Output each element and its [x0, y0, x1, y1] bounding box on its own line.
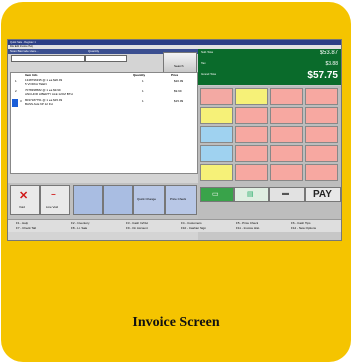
table-row[interactable]: 2 7078398582 @ 1 ea $9.99 ANCHOR LIBERTY…: [12, 89, 196, 99]
item-quantity: 1: [142, 100, 144, 103]
column-header-quantity: Quantity: [133, 73, 146, 77]
line-void-label: Line Void: [46, 206, 59, 209]
minus-icon: −: [51, 190, 56, 199]
tender-buttons: ▭ ▤ ▬ PAY: [198, 186, 341, 219]
function-key-label[interactable]: F11 - Invoice Hist.: [236, 226, 260, 230]
search-button[interactable]: Search: [163, 52, 197, 73]
item-description: ANCHOR LIBERTY ALE 12OZ BTH: [25, 93, 73, 96]
invoice-panel: Scan Barcode Here... Quantity Search Ite…: [8, 49, 198, 240]
column-header-item: Item Info: [25, 73, 38, 77]
quick-key-button[interactable]: [270, 145, 303, 162]
quick-change-label: Quick Change: [137, 198, 157, 201]
search-button-label: Search: [174, 65, 184, 68]
table-row[interactable]: 1 1348796335 @ 1 ea $20.99 5 VODKA TEEN …: [12, 79, 196, 89]
quick-key-button[interactable]: [200, 107, 233, 124]
item-price: $20.99: [174, 80, 184, 83]
function-key-label[interactable]: F3 - Cash In/Out: [126, 221, 148, 225]
function-key-label[interactable]: F10 - Cashier Sign: [181, 226, 206, 230]
function-key-label[interactable]: F8 - Lt. Sale: [71, 226, 87, 230]
grand-total-value: $57.75: [307, 70, 338, 81]
function-key-label[interactable]: F9 - On Account: [126, 226, 148, 230]
quick-key-button[interactable]: [235, 107, 268, 124]
blank-button[interactable]: [103, 185, 133, 215]
function-key-label[interactable]: F1 - Help: [16, 221, 28, 225]
item-price: $15.99: [174, 100, 184, 103]
quick-key-button[interactable]: [270, 107, 303, 124]
void-button[interactable]: ✕ Void: [10, 185, 40, 215]
function-key-label[interactable]: F4 - Customers: [181, 221, 202, 225]
totals-display: Sub Total $53.87 Tax $3.88 Grand Total $…: [198, 49, 341, 85]
screenshot-card: Quick Sale - Register 1 File Edit Invoic…: [1, 2, 351, 362]
column-header-price: Price: [171, 73, 179, 77]
row-number: 3: [20, 100, 22, 103]
void-button-label: Void: [19, 206, 25, 209]
check-icon: ▤: [247, 191, 254, 198]
card-icon: ▬: [282, 190, 289, 197]
row-number: 1: [15, 80, 17, 83]
item-info: 1348796335 @ 1 ea $20.99: [25, 79, 63, 82]
row-number: 2: [15, 90, 17, 93]
window-title: Quick Sale - Register 1: [10, 41, 36, 44]
function-key-label[interactable]: F5 - Price Check: [236, 221, 258, 225]
item-quantity: 1: [142, 80, 144, 83]
quantity-input[interactable]: [85, 55, 127, 62]
quick-key-button[interactable]: [235, 88, 268, 105]
quick-key-button[interactable]: [200, 88, 233, 105]
item-price: $9.99: [174, 90, 182, 93]
credit-card-button[interactable]: ▬: [269, 187, 305, 202]
item-description: 5 VODKA TEEN: [25, 83, 47, 86]
quick-key-button[interactable]: [305, 107, 338, 124]
function-key-label[interactable]: F6 - Cash Tips: [291, 221, 311, 225]
quick-key-button[interactable]: [270, 164, 303, 181]
subtotal-value: $53.87: [319, 50, 338, 56]
search-label: Scan Barcode Here...: [10, 50, 39, 53]
quick-key-button[interactable]: [200, 164, 233, 181]
function-key-label[interactable]: F12 - New Options: [291, 226, 316, 230]
price-check-button[interactable]: Price Check: [165, 185, 197, 215]
table-row-selected[interactable]: 3 8037187751 @ 1 ea $15.99 BASS ALE 6P 1…: [12, 99, 196, 109]
quick-key-button[interactable]: [235, 126, 268, 143]
item-info: 8037187751 @ 1 ea $15.99: [25, 99, 63, 102]
barcode-search-input[interactable]: [11, 55, 85, 62]
pay-label: PAY: [313, 189, 332, 200]
quick-key-button[interactable]: [235, 145, 268, 162]
quick-key-button[interactable]: [270, 88, 303, 105]
grand-total-label: Grand Total: [201, 73, 217, 76]
quick-key-button[interactable]: [305, 145, 338, 162]
quick-key-button[interactable]: [305, 88, 338, 105]
invoice-table: Item Info Quantity Price 1 1348796335 @ …: [10, 72, 198, 174]
quick-change-button[interactable]: Quick Change: [133, 185, 165, 215]
function-key-label[interactable]: F2 - Inventory: [71, 221, 90, 225]
function-key-label[interactable]: F7 - Check Tab: [16, 226, 36, 230]
item-info: 7078398582 @ 1 ea $9.99: [25, 89, 61, 92]
quick-key-button[interactable]: [270, 126, 303, 143]
price-check-label: Price Check: [170, 198, 187, 201]
quick-key-button[interactable]: [200, 126, 233, 143]
void-x-icon: ✕: [19, 190, 29, 202]
pay-button[interactable]: PAY: [305, 187, 341, 202]
quick-key-button[interactable]: [235, 164, 268, 181]
cash-button[interactable]: ▭: [200, 187, 234, 202]
blank-button[interactable]: [73, 185, 103, 215]
totals-and-keys-panel: Sub Total $53.87 Tax $3.88 Grand Total $…: [198, 49, 341, 219]
check-button[interactable]: ▤: [234, 187, 269, 202]
function-key-bar: F1 - Help F2 - Inventory F3 - Cash In/Out F…: [8, 219, 341, 232]
quantity-label: Quantity: [88, 50, 100, 53]
item-quantity: 1: [142, 90, 144, 93]
item-description: BASS ALE 6P 12 FH: [25, 103, 53, 106]
quick-key-button[interactable]: [305, 126, 338, 143]
cash-icon: ▭: [212, 191, 219, 198]
line-void-button[interactable]: − Line Void: [40, 185, 70, 215]
caption: Invoice Screen: [132, 315, 220, 330]
tax-value: $3.88: [325, 61, 338, 67]
quick-key-button[interactable]: [200, 145, 233, 162]
subtotal-label: Sub Total: [201, 51, 214, 54]
menu-text[interactable]: File Edit Invoice Help: [10, 45, 33, 48]
selected-row-marker: [12, 99, 18, 107]
pos-screen: Quick Sale - Register 1 File Edit Invoic…: [7, 39, 342, 241]
quick-key-button[interactable]: [305, 164, 338, 181]
tax-label: Tax: [201, 62, 206, 65]
